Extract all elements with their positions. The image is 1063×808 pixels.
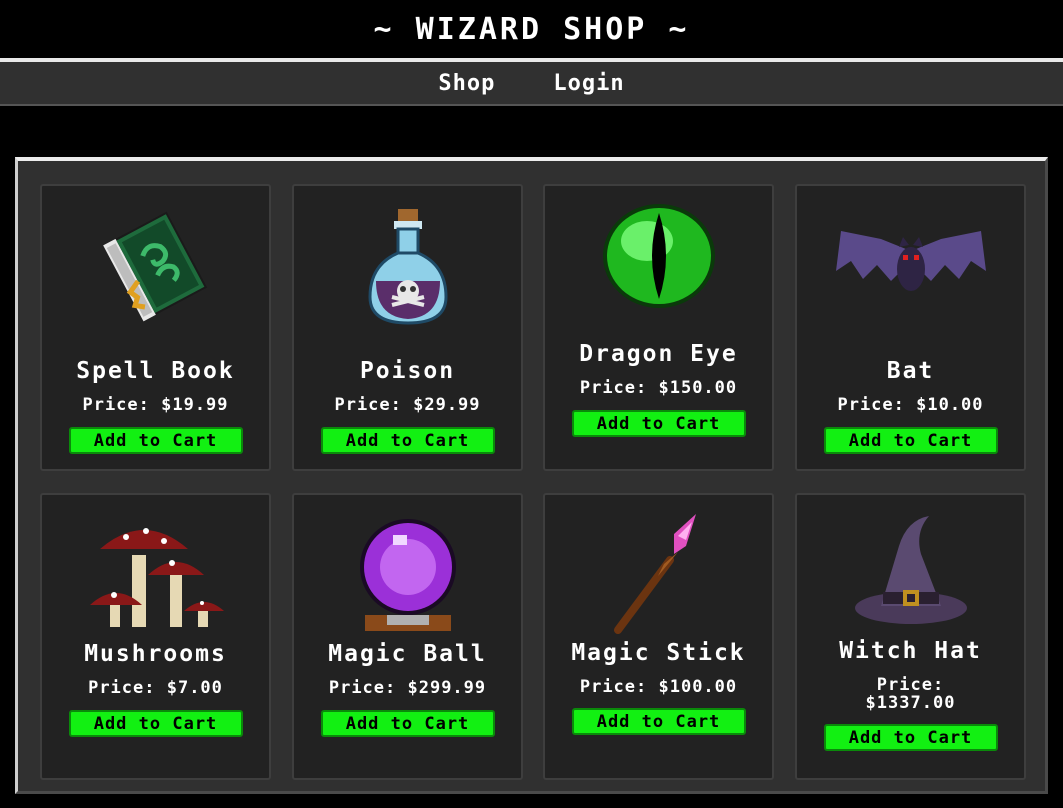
product-name: Bat <box>886 358 935 384</box>
mushrooms-image <box>42 495 269 655</box>
add-to-cart-button[interactable]: Add to Cart <box>320 710 495 737</box>
magic-stick-image <box>545 495 772 655</box>
magic-ball-image <box>294 495 521 655</box>
product-price: Price: $1337.00 <box>865 675 956 713</box>
product-card-witch-hat: Witch Hat Price: $1337.00 Add to Cart <box>795 493 1026 780</box>
add-to-cart-button[interactable]: Add to Cart <box>823 427 998 454</box>
product-price: Price: $150.00 <box>579 378 738 398</box>
product-card-spell-book: Spell Book Price: $19.99 Add to Cart <box>40 184 271 471</box>
nav-link-shop[interactable]: Shop <box>438 71 495 96</box>
add-to-cart-button[interactable]: Add to Cart <box>823 724 998 751</box>
product-name: Mushrooms <box>84 641 227 667</box>
product-price: Price: $29.99 <box>334 395 481 415</box>
product-name: Magic Stick <box>571 640 746 666</box>
product-card-poison: Poison Price: $29.99 Add to Cart <box>292 184 523 471</box>
add-to-cart-button[interactable]: Add to Cart <box>320 427 495 454</box>
witch-hat-image <box>797 495 1024 645</box>
product-card-bat: Bat Price: $10.00 Add to Cart <box>795 184 1026 471</box>
product-name: Dragon Eye <box>579 341 738 367</box>
product-name: Poison <box>359 358 456 384</box>
product-price: Price: $10.00 <box>837 395 984 415</box>
bat-icon <box>835 231 986 291</box>
product-card-magic-ball: Magic Ball Price: $299.99 Add to Cart <box>292 493 523 780</box>
product-price: Price: $299.99 <box>328 678 487 698</box>
site-title: ~ WIZARD SHOP ~ <box>373 11 690 47</box>
dragon-eye-icon <box>602 204 715 308</box>
add-to-cart-button[interactable]: Add to Cart <box>68 427 243 454</box>
poison-image <box>294 186 521 346</box>
main-nav: Shop Login <box>0 58 1063 106</box>
add-to-cart-button[interactable]: Add to Cart <box>68 710 243 737</box>
magic-wand-icon <box>613 514 696 634</box>
product-name: Witch Hat <box>839 638 982 664</box>
product-name: Magic Ball <box>328 641 487 667</box>
add-to-cart-button[interactable]: Add to Cart <box>571 410 746 437</box>
bat-image <box>797 186 1024 346</box>
product-price: Price: $7.00 <box>88 678 223 698</box>
product-card-magic-stick: Magic Stick Price: $100.00 Add to Cart <box>543 493 774 780</box>
product-name: Spell Book <box>76 358 235 384</box>
witch-hat-icon <box>854 516 967 624</box>
poison-icon <box>367 209 448 325</box>
mushrooms-icon <box>89 528 224 627</box>
product-card-mushrooms: Mushrooms Price: $7.00 Add to Cart <box>40 493 271 780</box>
site-header: ~ WIZARD SHOP ~ <box>0 0 1063 58</box>
product-card-dragon-eye: Dragon Eye Price: $150.00 Add to Cart <box>543 184 774 471</box>
spell-book-icon <box>102 211 207 322</box>
dragon-eye-image <box>545 186 772 326</box>
add-to-cart-button[interactable]: Add to Cart <box>571 708 746 735</box>
product-price: Price: $100.00 <box>579 677 738 697</box>
spell-book-image <box>42 186 269 346</box>
product-grid: Spell Book Price: $19.99 Add to Cart Poi… <box>15 157 1048 794</box>
crystal-ball-icon <box>359 519 456 631</box>
nav-link-login[interactable]: Login <box>553 71 624 96</box>
product-price: Price: $19.99 <box>82 395 229 415</box>
